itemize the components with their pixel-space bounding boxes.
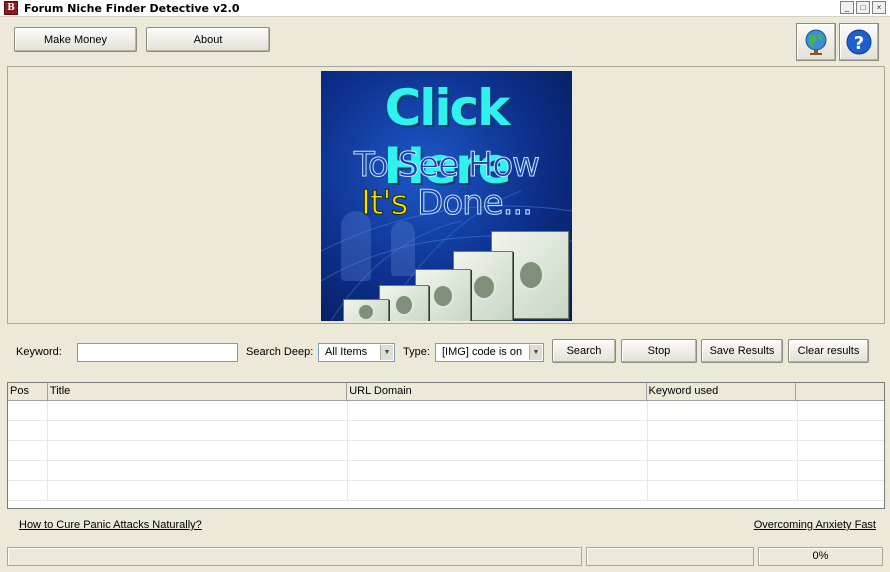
person-silhouette xyxy=(391,221,415,276)
keyword-input[interactable] xyxy=(77,343,238,362)
table-row[interactable] xyxy=(8,421,884,441)
make-money-button[interactable]: Make Money xyxy=(14,27,137,52)
help-icon: ? xyxy=(846,29,872,55)
banner-subline-2: It's Done... xyxy=(321,183,572,224)
panic-attacks-link[interactable]: How to Cure Panic Attacks Naturally? xyxy=(19,519,202,531)
dollar-bill-image xyxy=(343,299,389,321)
search-deep-select[interactable]: All Items ▼ xyxy=(318,343,395,362)
clear-results-button[interactable]: Clear results xyxy=(788,339,869,363)
table-row[interactable] xyxy=(8,441,884,461)
app-icon: B xyxy=(4,1,18,15)
help-button[interactable]: ? xyxy=(839,23,879,61)
column-header-extra xyxy=(796,383,884,401)
status-panel-main xyxy=(7,547,582,566)
table-row[interactable] xyxy=(8,401,884,421)
progress-percent: 0% xyxy=(758,547,883,566)
column-header-url-domain[interactable]: URL Domain xyxy=(347,383,647,401)
column-header-pos[interactable]: Pos xyxy=(8,383,48,401)
type-value: [IMG] code is on xyxy=(442,346,523,358)
chevron-down-icon: ▼ xyxy=(529,345,542,360)
close-button[interactable]: × xyxy=(872,1,886,14)
banner-ad[interactable]: Click Here To See How It's Done... xyxy=(321,71,572,321)
window-controls: _ □ × xyxy=(840,1,886,14)
title-bar: B Forum Niche Finder Detective v2.0 _ □ … xyxy=(0,0,890,17)
window-title: Forum Niche Finder Detective v2.0 xyxy=(24,1,240,15)
type-label: Type: xyxy=(403,346,430,358)
banner-subline-rest: Done... xyxy=(407,183,534,224)
status-panel-secondary xyxy=(586,547,754,566)
maximize-button[interactable]: □ xyxy=(856,1,870,14)
column-header-keyword-used[interactable]: Keyword used xyxy=(647,383,797,401)
type-select[interactable]: [IMG] code is on ▼ xyxy=(435,343,544,362)
about-button[interactable]: About xyxy=(146,27,270,52)
results-table[interactable]: Pos Title URL Domain Keyword used xyxy=(7,382,885,509)
web-button[interactable] xyxy=(796,23,836,61)
banner-panel: Click Here To See How It's Done... xyxy=(7,66,885,324)
stop-button[interactable]: Stop xyxy=(621,339,697,363)
save-results-button[interactable]: Save Results xyxy=(701,339,783,363)
column-header-title[interactable]: Title xyxy=(48,383,348,401)
search-deep-value: All Items xyxy=(325,346,368,358)
globe-icon xyxy=(805,29,827,55)
main-window: Make Money About ? Click Here To See How… xyxy=(0,17,890,572)
table-row[interactable] xyxy=(8,461,884,481)
banner-highlight-word: It's xyxy=(360,183,408,224)
minimize-button[interactable]: _ xyxy=(840,1,854,14)
banner-subline: To See How xyxy=(353,145,540,186)
table-header: Pos Title URL Domain Keyword used xyxy=(8,383,884,401)
search-button[interactable]: Search xyxy=(552,339,616,363)
keyword-label: Keyword: xyxy=(16,346,62,358)
chevron-down-icon: ▼ xyxy=(380,345,393,360)
table-row[interactable] xyxy=(8,481,884,501)
overcoming-anxiety-link[interactable]: Overcoming Anxiety Fast xyxy=(754,519,876,531)
search-deep-label: Search Deep: xyxy=(246,346,314,358)
svg-text:?: ? xyxy=(854,33,864,54)
